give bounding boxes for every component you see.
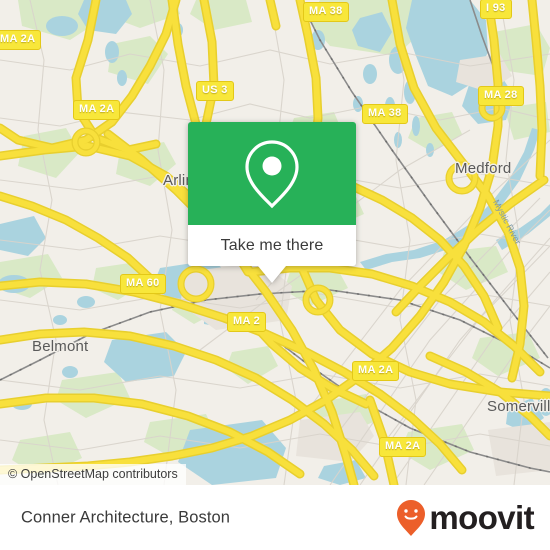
moovit-smiley-pin-icon <box>397 499 426 536</box>
route-shield-ma-2a-e[interactable]: MA 2A <box>352 361 400 381</box>
route-shield-i-93[interactable]: I 93 <box>480 0 512 19</box>
moovit-map-screenshot: Arlin Medford Belmont Somerville Mystic … <box>0 0 550 550</box>
callout-tail-triangle <box>258 266 286 283</box>
route-shield-ma-2[interactable]: MA 2 <box>227 312 267 332</box>
callout-header <box>188 122 356 225</box>
route-shield-ma-2a-w[interactable]: MA 2A <box>73 100 121 120</box>
route-shield-ma-2a-nw[interactable]: MA 2A <box>0 30 42 50</box>
take-me-there-label: Take me there <box>220 236 324 254</box>
bottom-info-bar: Conner Architecture, Boston moovit <box>0 485 550 550</box>
route-shield-ma-2a-se[interactable]: MA 2A <box>379 437 427 457</box>
map-pin-icon <box>245 139 299 208</box>
route-shield-ma-38-n[interactable]: MA 38 <box>303 2 349 22</box>
route-shield-ma-28[interactable]: MA 28 <box>478 86 524 106</box>
location-title: Conner Architecture, Boston <box>21 508 231 526</box>
route-shield-ma-60[interactable]: MA 60 <box>120 274 166 294</box>
destination-callout[interactable]: Take me there <box>188 122 356 283</box>
route-shield-us-3[interactable]: US 3 <box>196 81 234 101</box>
osm-attribution[interactable]: © OpenStreetMap contributors <box>0 464 186 485</box>
moovit-wordmark: moovit <box>429 499 534 536</box>
map-canvas[interactable]: Arlin Medford Belmont Somerville Mystic … <box>0 0 550 485</box>
callout-footer[interactable]: Take me there <box>188 225 356 283</box>
moovit-brand-logo[interactable]: moovit <box>396 499 535 537</box>
route-shield-ma-38-s[interactable]: MA 38 <box>362 104 408 124</box>
